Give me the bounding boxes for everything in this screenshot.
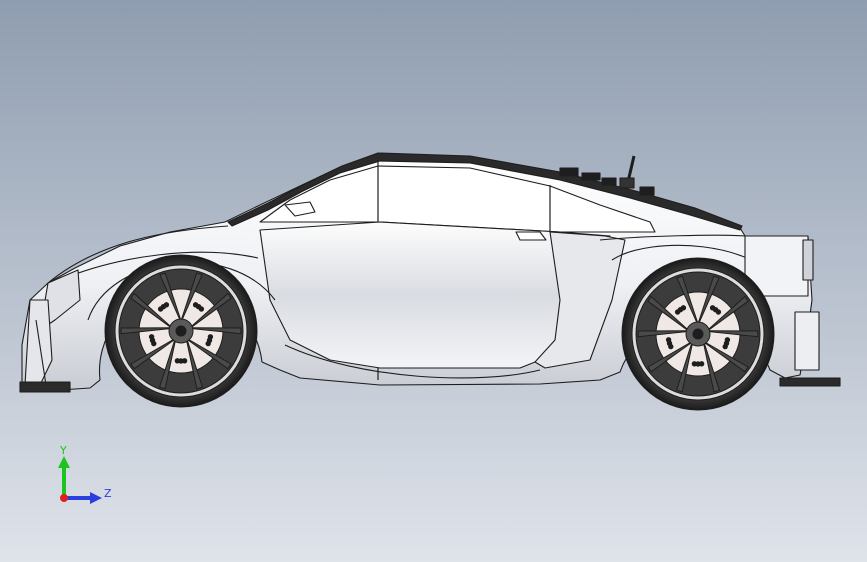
rear-wheel[interactable] bbox=[621, 257, 775, 411]
roof-vent-3 bbox=[601, 177, 617, 186]
roof-vent-4 bbox=[639, 186, 655, 196]
car-model-canvas[interactable]: Y Z bbox=[0, 0, 867, 562]
rear-disc-hole bbox=[715, 309, 722, 315]
z-axis-label: Z bbox=[104, 487, 112, 500]
front-disc-hole bbox=[198, 306, 205, 312]
y-axis-label: Y bbox=[59, 444, 67, 457]
roof-vent-2 bbox=[581, 172, 601, 181]
antenna-base bbox=[619, 177, 635, 189]
front-disc-hole bbox=[174, 358, 181, 364]
rear-disc-hole bbox=[691, 361, 698, 367]
roof-vent-1 bbox=[559, 167, 579, 177]
front-splitter bbox=[19, 381, 71, 393]
rear-diffuser bbox=[779, 377, 841, 387]
front-disc-hole bbox=[163, 302, 170, 308]
rear-disc-hole bbox=[680, 305, 687, 311]
front-disc-hole bbox=[148, 334, 155, 340]
rear-hub-center bbox=[692, 328, 704, 340]
rear-bumper bbox=[794, 311, 820, 371]
cad-graphics-viewport[interactable]: Y Z bbox=[0, 0, 867, 562]
rear-disc-hole bbox=[722, 343, 728, 350]
front-disc-hole bbox=[205, 340, 211, 347]
x-axis-dot bbox=[60, 494, 68, 502]
front-hub-center bbox=[175, 325, 187, 337]
rear-disc-hole bbox=[665, 337, 672, 343]
front-wheel[interactable] bbox=[104, 254, 258, 408]
rear-light bbox=[802, 239, 814, 281]
rear-door-handle bbox=[515, 231, 547, 241]
